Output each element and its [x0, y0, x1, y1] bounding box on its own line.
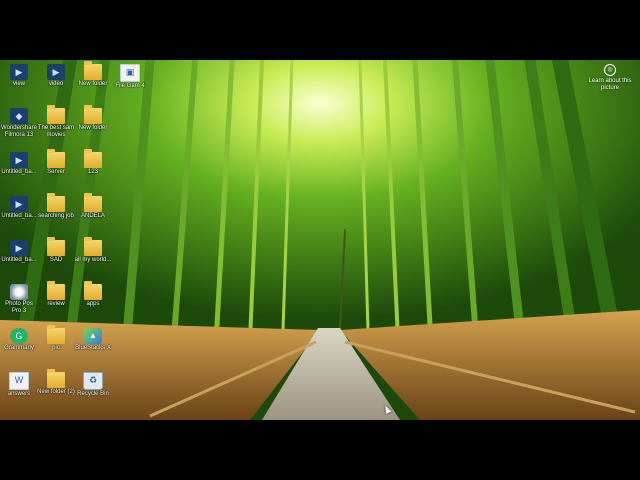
folder-icon	[84, 105, 102, 124]
desktop-icon[interactable]: pic	[37, 325, 75, 368]
desktop-icon[interactable]: The best sam movies	[37, 105, 75, 148]
grammarly-icon: G	[10, 328, 28, 344]
app-icon: ▶	[10, 196, 28, 212]
recycle-bin-icon: ♻	[83, 372, 103, 390]
bluestacks-icon: ▲	[84, 328, 102, 344]
folder-icon	[84, 149, 102, 168]
desktop: ▶ view ◆ Wondershare Filmora 13 ▶ Untitled_ba…	[0, 60, 640, 420]
desktop-icon[interactable]: G Grammarly	[0, 326, 38, 368]
desktop-icon-label: BlueStacks X	[75, 345, 111, 351]
desktop-icon-label: apps	[86, 301, 100, 307]
desktop-icon-label: SAD	[49, 257, 63, 263]
desktop-icon[interactable]: New folder (2)	[37, 369, 75, 412]
desktop-icon-label: New folder	[78, 125, 108, 131]
desktop-icon-label: File Gam 4	[115, 83, 145, 89]
desktop-icon-label: video	[48, 81, 64, 87]
desktop-icon-label: pic	[52, 345, 60, 351]
photo-icon	[10, 284, 28, 300]
desktop-icon-label: Untitled_ba...	[1, 213, 37, 219]
desktop-icon-label: New folder (2)	[37, 389, 75, 395]
folder-icon	[47, 369, 65, 388]
desktop-icon[interactable]: review	[37, 281, 75, 324]
desktop-icon[interactable]: 123	[74, 149, 112, 192]
desktop-icon-label: New folder	[78, 81, 108, 87]
desktop-icon[interactable]: searching job	[37, 193, 75, 236]
folder-icon	[47, 237, 65, 256]
desktop-icon[interactable]: ▶ Untitled_ba...	[0, 194, 38, 236]
desktop-icon-label: view	[12, 81, 25, 87]
desktop-icon-label: all my world...	[74, 257, 112, 263]
desktop-icon[interactable]: apps	[74, 281, 112, 324]
desktop-icon-label: Untitled_ba...	[1, 169, 37, 175]
image-file-icon: ▣	[120, 64, 140, 82]
app-icon: ▶	[10, 240, 28, 256]
desktop-icon-label: searching job	[38, 213, 74, 219]
desktop-icon-label: review	[47, 301, 65, 307]
desktop-icon[interactable]: ▶ view	[0, 62, 38, 104]
folder-icon	[47, 193, 65, 212]
app-icon: ▶	[10, 64, 28, 80]
desktop-icon-label: answers	[7, 391, 31, 397]
desktop-icon-label: ANDELA	[80, 213, 105, 219]
folder-icon	[84, 193, 102, 212]
document-icon: W	[9, 372, 29, 390]
desktop-icon-label: Grammarly	[4, 345, 34, 351]
desktop-icon[interactable]: ▶ Untitled_ba...	[0, 150, 38, 192]
desktop-icon[interactable]: ◆ Wondershare Filmora 13	[0, 106, 38, 148]
learn-about-label: Learn about this picture	[588, 78, 632, 91]
learn-about-this-picture[interactable]: ◎ Learn about this picture	[588, 64, 632, 92]
desktop-icon[interactable]: ▶ video	[37, 62, 75, 104]
app-icon: ▶	[10, 152, 28, 168]
folder-icon	[84, 237, 102, 256]
desktop-icon[interactable]: ♻ Recycle Bin	[74, 370, 112, 412]
desktop-icon[interactable]: New folder	[74, 105, 112, 148]
desktop-icon[interactable]: ▣ File Gam 4	[111, 62, 149, 104]
desktop-icon-label: Wondershare Filmora 13	[1, 125, 37, 138]
desktop-icon-label: The best sam movies	[37, 125, 75, 138]
camera-icon: ◎	[604, 64, 616, 76]
desktop-icon[interactable]: ▶ Untitled_ba...	[0, 238, 38, 280]
desktop-icon[interactable]: ▲ BlueStacks X	[74, 326, 112, 368]
folder-icon	[84, 61, 102, 80]
desktop-icon-label: 123	[87, 169, 98, 175]
desktop-icon[interactable]: all my world...	[74, 237, 112, 280]
desktop-icon[interactable]: Photo Pos Pro 3	[0, 282, 38, 324]
app-icon: ▶	[47, 64, 65, 80]
desktop-icon-label: Photo Pos Pro 3	[5, 301, 33, 314]
folder-icon	[47, 325, 65, 344]
desktop-icon[interactable]: Wanswers	[0, 370, 38, 412]
desktop-icon-label: Server	[47, 169, 65, 175]
desktop-icon[interactable]: Server	[37, 149, 75, 192]
desktop-icon[interactable]: New folder	[74, 61, 112, 104]
folder-icon	[47, 281, 65, 300]
desktop-icon-label: Untitled_ba...	[1, 257, 37, 263]
desktop-icon[interactable]: ANDELA	[74, 193, 112, 236]
desktop-icon-label: Recycle Bin	[77, 391, 109, 397]
filmora-icon: ◆	[10, 108, 28, 124]
folder-icon	[47, 105, 65, 124]
desktop-icon[interactable]: SAD	[37, 237, 75, 280]
folder-icon	[47, 149, 65, 168]
folder-icon	[84, 281, 102, 300]
